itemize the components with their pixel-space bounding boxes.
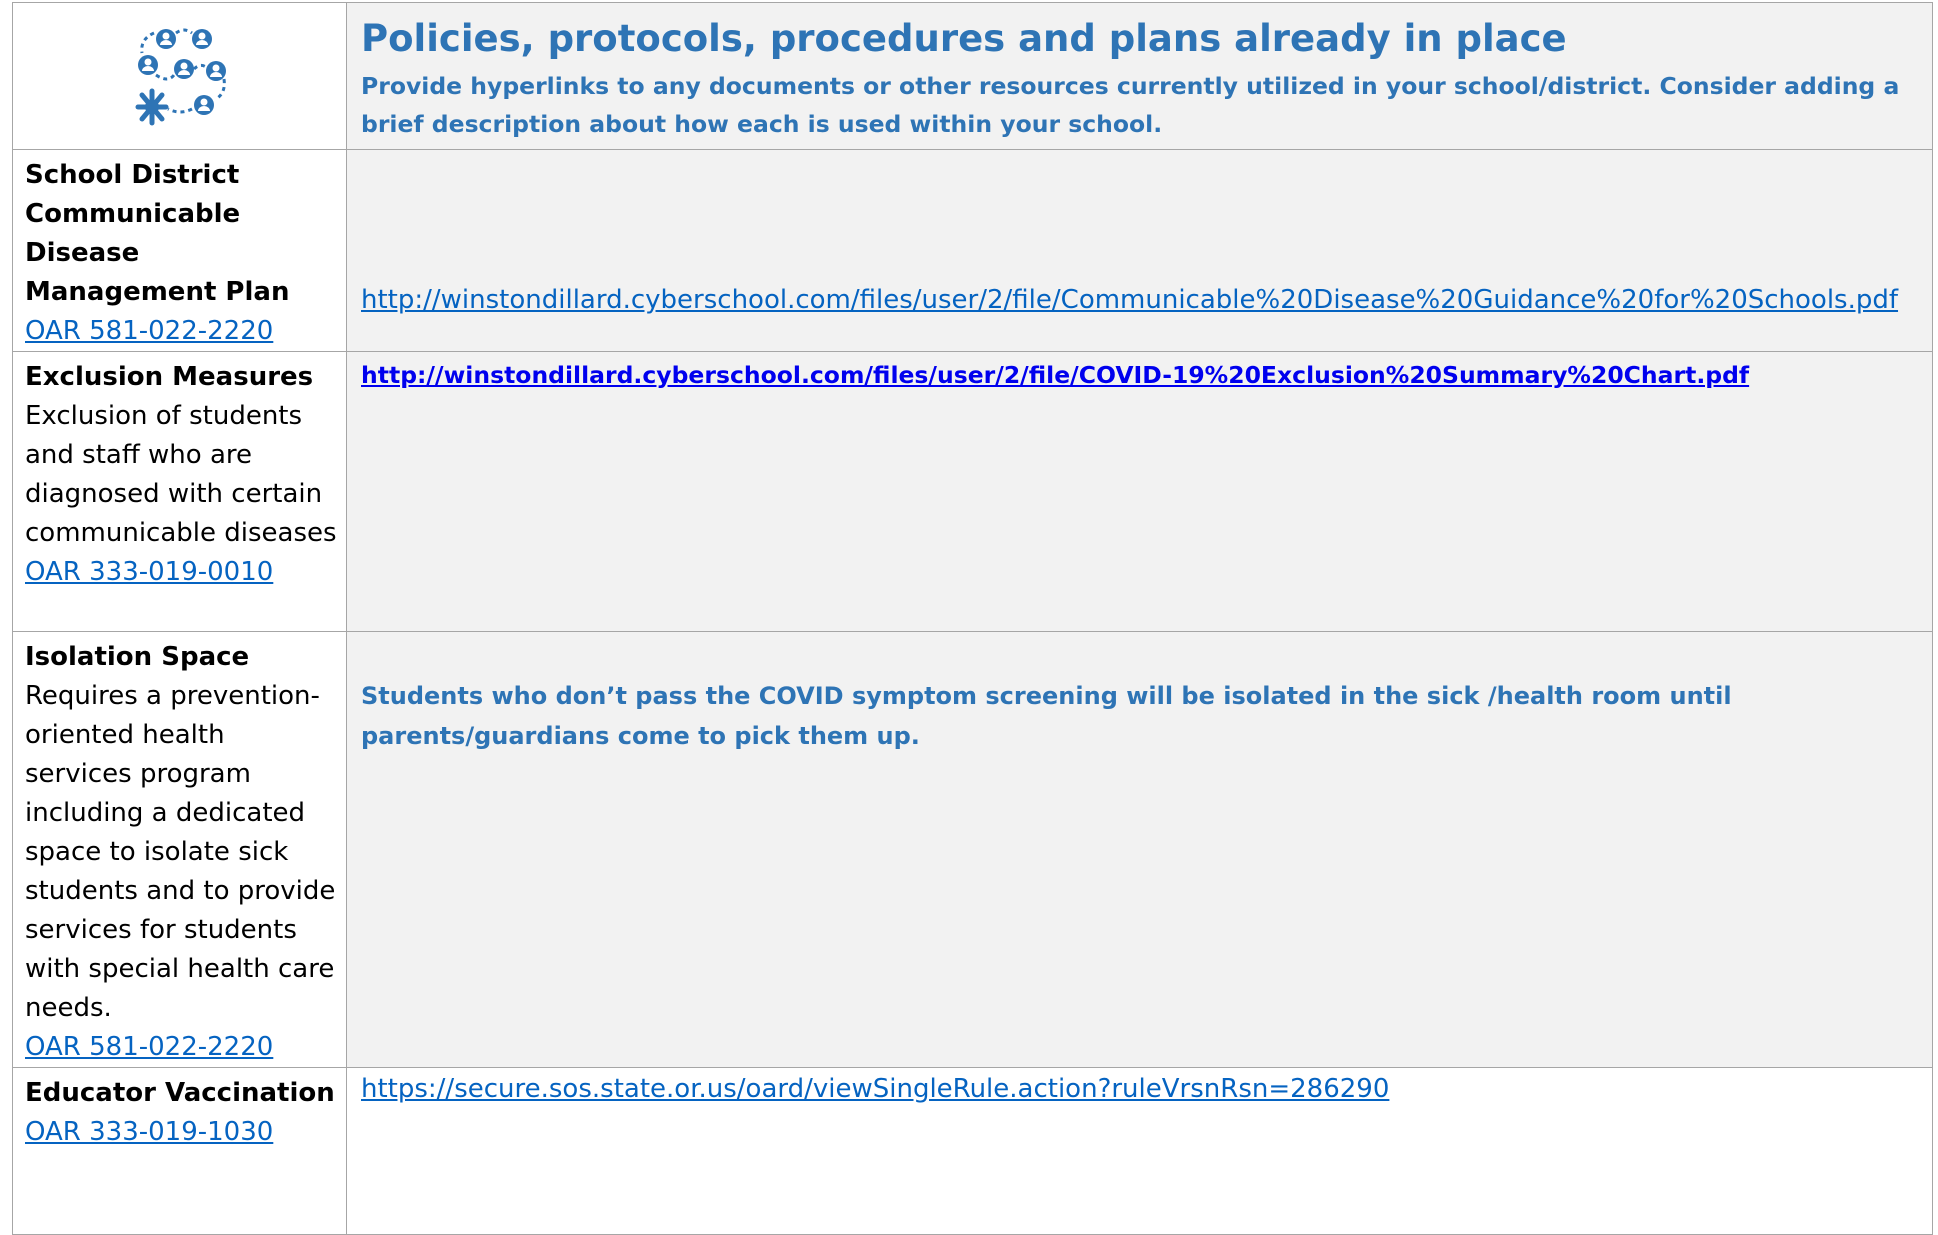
policies-table: Policies, protocols, procedures and plan…	[12, 2, 1933, 1235]
document-link[interactable]: https://secure.sos.state.or.us/oard/view…	[361, 1074, 1389, 1104]
table-row: Educator Vaccination OAR 333-019-1030 ht…	[12, 1067, 1933, 1235]
icon-cell	[12, 2, 347, 150]
rule-link[interactable]: OAR 333-019-1030	[25, 1113, 338, 1152]
row-title: Educator Vaccination	[25, 1078, 335, 1108]
table-row: Exclusion Measures Exclusion of students…	[12, 351, 1933, 632]
row-content-cell: https://secure.sos.state.or.us/oard/view…	[346, 1067, 1933, 1235]
rule-link[interactable]: OAR 581-022-2220	[25, 312, 338, 351]
row-content-cell: http://winstondillard.cyberschool.com/fi…	[346, 351, 1933, 632]
rule-link[interactable]: OAR 333-019-0010	[25, 553, 338, 592]
document-link[interactable]: http://winstondillard.cyberschool.com/fi…	[361, 285, 1898, 315]
row-label-cell: School District Communicable Disease Man…	[12, 149, 347, 352]
row-title: Isolation Space	[25, 642, 250, 672]
rule-link[interactable]: OAR 581-022-2220	[25, 1028, 338, 1067]
document-link[interactable]: http://winstondillard.cyberschool.com/fi…	[361, 361, 1749, 389]
page-subtitle: Provide hyperlinks to any documents or o…	[361, 72, 1900, 138]
network-people-icon	[135, 28, 226, 126]
row-title: Exclusion Measures	[25, 362, 314, 392]
row-content-text: Students who don’t pass the COVID sympto…	[361, 682, 1732, 750]
table-row: School District Communicable Disease Man…	[12, 149, 1933, 352]
row-content-cell: Students who don’t pass the COVID sympto…	[346, 631, 1933, 1068]
page-title: Policies, protocols, procedures and plan…	[361, 17, 1567, 60]
row-label-cell: Educator Vaccination OAR 333-019-1030	[12, 1067, 347, 1235]
row-description: Requires a prevention-oriented health se…	[25, 681, 336, 1023]
row-label-cell: Isolation Space Requires a prevention-or…	[12, 631, 347, 1068]
row-title: School District Communicable Disease Man…	[25, 160, 290, 307]
header-cell: Policies, protocols, procedures and plan…	[346, 2, 1933, 150]
table-row: Isolation Space Requires a prevention-or…	[12, 631, 1933, 1068]
row-label-cell: Exclusion Measures Exclusion of students…	[12, 351, 347, 632]
row-description: Exclusion of students and staff who are …	[25, 401, 337, 548]
row-content-cell: http://winstondillard.cyberschool.com/fi…	[346, 149, 1933, 352]
header-row: Policies, protocols, procedures and plan…	[12, 2, 1933, 150]
